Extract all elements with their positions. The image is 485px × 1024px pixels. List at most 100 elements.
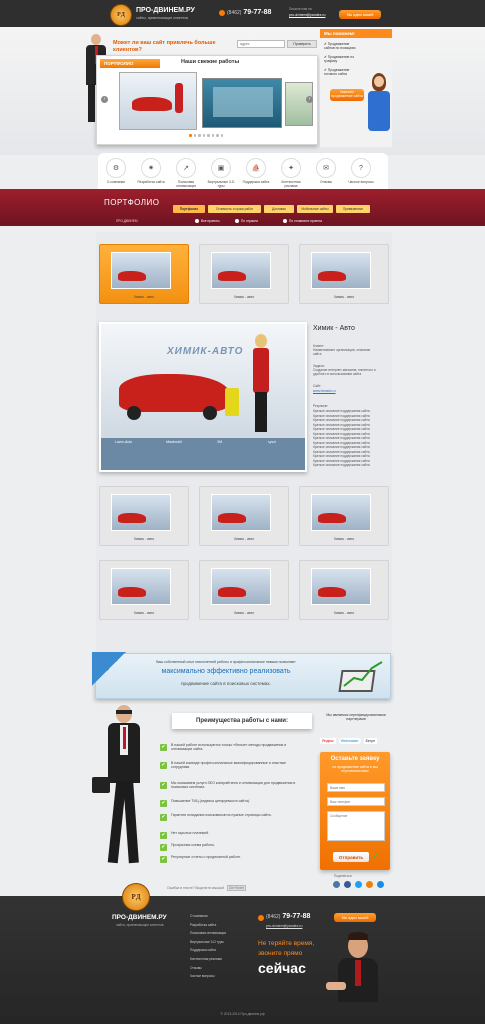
slider-screen-middle[interactable] xyxy=(202,78,282,128)
result-line: Краткое описание поддержания сайта xyxy=(313,431,370,436)
footer-link[interactable]: Частые вопросы xyxy=(190,974,215,978)
portfolio-tab[interactable]: Привязанные xyxy=(336,205,370,213)
filter-radio[interactable]: Все проекты xyxy=(195,219,220,223)
portfolio-thumb[interactable]: Химик - авто xyxy=(299,486,389,546)
callback-button[interactable]: Мы ждем вашей xyxy=(339,10,381,19)
error-key: Ctrl+Enter xyxy=(226,885,246,891)
filter-radio[interactable]: По стоимости проекта xyxy=(283,219,322,223)
name-field[interactable] xyxy=(327,783,385,792)
footer-callback-button[interactable]: Мы ждем вашей xyxy=(334,913,376,922)
header-email[interactable]: pro-dvinem@yandex.ru xyxy=(289,13,325,17)
site-check-input[interactable] xyxy=(237,40,285,48)
mail-icon[interactable] xyxy=(377,881,384,888)
portfolio-thumb[interactable]: Химик - авто xyxy=(199,244,289,304)
partner-logo[interactable]: Webmaster xyxy=(338,738,361,744)
portfolio-thumb[interactable]: Химик - авто xyxy=(199,486,289,546)
vk-icon[interactable] xyxy=(333,881,340,888)
portfolio-thumb[interactable]: Химик - авто xyxy=(299,560,389,620)
partners-logos: Яндекс Webmaster Бегун xyxy=(320,735,390,747)
nav-item-label: Поддержка сайта xyxy=(242,180,270,184)
slider-dot[interactable] xyxy=(216,134,219,137)
facebook-icon[interactable] xyxy=(344,881,351,888)
footer-email[interactable]: pro-dvinem@yandex.ru xyxy=(266,924,302,928)
slider-dot[interactable] xyxy=(211,134,214,137)
footer-link[interactable]: Поддержка сайта xyxy=(190,948,216,952)
advantage-item: Прозрачная схема работы. xyxy=(171,843,215,847)
car-image xyxy=(132,97,172,111)
thumb-shot xyxy=(211,494,271,531)
partner-logo[interactable]: Яндекс xyxy=(320,738,336,744)
thumb-shot xyxy=(111,494,171,531)
brand-name[interactable]: ПРО-ДВИНЕМ.РУ xyxy=(136,7,195,14)
slider-prev-button[interactable]: ‹ xyxy=(101,96,108,103)
result-label: Результат: xyxy=(313,404,329,408)
breadcrumb[interactable]: ПРО-ДВИНЕМ xyxy=(116,219,138,223)
slider-dot[interactable] xyxy=(220,134,223,137)
footer-logo-letters: PД xyxy=(131,893,141,901)
portfolio-thumb[interactable]: Химик - авто xyxy=(199,560,289,620)
portfolio-tab[interactable]: Доставка xyxy=(264,205,294,213)
product-label: sys/z xyxy=(268,440,276,444)
product-label: Maximobil xyxy=(166,440,182,444)
nav-item[interactable]: ⛵ Поддержка сайта xyxy=(241,158,271,184)
header-phone[interactable]: (8462) 79-77-88 xyxy=(227,9,271,16)
slider-tab[interactable]: ПОРТФОЛИО xyxy=(100,59,160,68)
nav-item[interactable]: ✦ Контекстная реклама xyxy=(276,158,306,188)
slider-screen-left[interactable] xyxy=(119,72,197,130)
logo[interactable]: PД xyxy=(110,4,132,26)
site-url[interactable]: www.himavto.ru xyxy=(313,389,336,393)
featured-project-image[interactable]: ХИМИК-АВТО Lavor-Auto Maximobil 3M sys/z xyxy=(99,322,307,472)
check-icon: ✔ xyxy=(160,832,167,839)
portfolio-thumb[interactable]: Химик - авто xyxy=(99,244,189,304)
partner-logo[interactable]: Бегун xyxy=(363,738,377,744)
footer-link[interactable]: Контекстная реклама xyxy=(190,957,222,961)
nav-item[interactable]: ↗ Поисковая оптимизация xyxy=(171,158,201,188)
portfolio-thumb[interactable]: Химик - авто xyxy=(99,560,189,620)
order-promotion-button[interactable]: Заказать продвижение сайта xyxy=(330,89,364,101)
thumb-caption: Химик - авто xyxy=(333,611,355,615)
nav-item-label: Частые вопросы xyxy=(348,180,374,184)
slider-screen-right[interactable] xyxy=(285,82,313,126)
result-line: Краткое описание поддержания сайта xyxy=(313,463,370,467)
slider-dot[interactable] xyxy=(193,134,196,137)
slider-title: Наши свежие работы xyxy=(181,59,240,65)
site-check-button[interactable]: Проверить xyxy=(287,40,317,48)
ok-icon[interactable] xyxy=(366,881,373,888)
portfolio-tab[interactable]: Портфолио xyxy=(173,205,205,213)
slider-dot[interactable] xyxy=(198,134,201,137)
help-item: ✔ Продвижение готового сайта xyxy=(324,68,350,76)
portfolio-thumb[interactable]: Химик - авто xyxy=(99,486,189,546)
slider-next-button[interactable]: › xyxy=(306,96,313,103)
footer-logo[interactable]: PД xyxy=(122,883,150,911)
nav-item[interactable]: ✷ Разработка сайта xyxy=(136,158,166,184)
slider-dot[interactable] xyxy=(202,134,205,137)
footer-link[interactable]: Виртуальные 3-D туры xyxy=(190,940,224,944)
nav-item[interactable]: ✉ Отзывы xyxy=(311,158,341,184)
nav-item[interactable]: ▣ Виртуальные 3-D туры xyxy=(206,158,236,188)
gear-icon: ✷ xyxy=(141,158,161,178)
slider-dot[interactable] xyxy=(207,134,210,137)
twitter-icon[interactable] xyxy=(355,881,362,888)
footer-link[interactable]: Разработка сайта xyxy=(190,923,216,927)
footer-phone[interactable]: (8462) 79-77-88 xyxy=(266,913,310,920)
thumb-caption: Химик - авто xyxy=(133,611,155,615)
nav-item[interactable]: ? Частые вопросы xyxy=(346,158,376,184)
check-icon: ✔ xyxy=(160,744,167,751)
advantages-title-box: Преимущества работы с нами: xyxy=(172,713,312,729)
phone-field[interactable] xyxy=(327,797,385,806)
portfolio-thumb[interactable]: Химик - авто xyxy=(299,244,389,304)
message-field[interactable] xyxy=(327,811,385,841)
footer-link[interactable]: О компании xyxy=(190,914,208,918)
footer-link[interactable]: Отзывы xyxy=(190,966,202,970)
error-notice: Ошибка в тексте? Выделите мышкой Ctrl+En… xyxy=(167,885,246,891)
filter-radio[interactable]: По отрасли xyxy=(235,219,258,223)
nav-item[interactable]: ⚙ О компании xyxy=(101,158,131,184)
submit-button[interactable]: Отправить xyxy=(333,852,369,862)
advantage-item: Мы оказываем услуги SEO копирайтинга и о… xyxy=(171,781,296,790)
slider-dot[interactable] xyxy=(189,134,192,137)
portfolio-tab[interactable]: Мобильные сайты xyxy=(297,205,333,213)
portfolio-tab[interactable]: Стоимость и сроки работ xyxy=(208,205,261,213)
filter-label: По отрасли xyxy=(241,219,258,223)
footer-link[interactable]: Поисковая оптимизация xyxy=(190,931,226,935)
car-image xyxy=(218,587,246,597)
